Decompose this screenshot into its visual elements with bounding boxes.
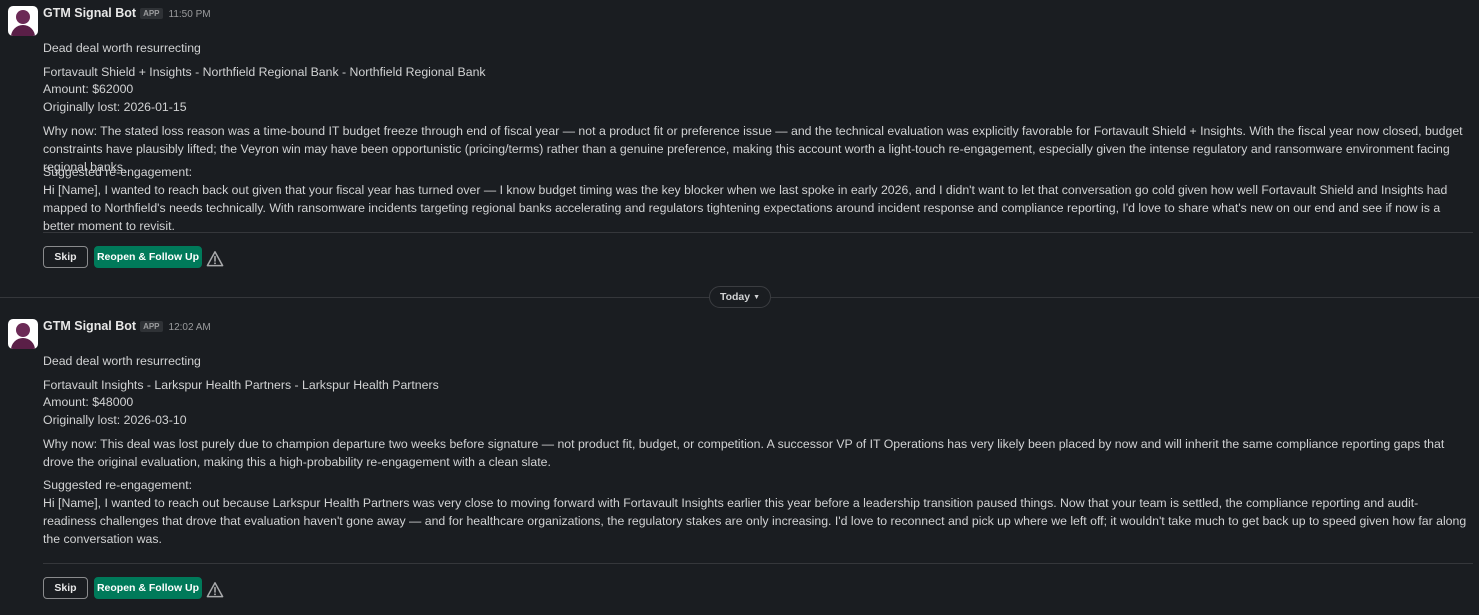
lost-date: Originally lost: 2026-03-10 [43, 413, 187, 427]
suggested-label: Suggested re-engagement: [43, 165, 193, 179]
timestamp[interactable]: 12:02 AM [169, 322, 211, 333]
suggested-text: Hi [Name], I wanted to reach back out gi… [43, 183, 1448, 233]
sender-name[interactable]: GTM Signal Bot [43, 319, 136, 333]
message-header: GTM Signal Bot APP 11:50 PM [43, 6, 211, 20]
message-headline: Dead deal worth resurrecting [43, 41, 201, 55]
date-divider-label: Today [719, 291, 751, 303]
section-divider [43, 563, 1473, 564]
suggested-label: Suggested re-engagement: [43, 478, 193, 492]
suggested-text: Hi [Name], I wanted to reach out because… [43, 496, 1467, 546]
bot-avatar[interactable] [8, 6, 38, 36]
deal-amount: Amount: $62000 [43, 82, 134, 96]
date-divider-today[interactable]: Today ▼ [709, 286, 771, 308]
reopen-follow-up-button[interactable]: Reopen & Follow Up [94, 246, 202, 268]
chevron-down-icon: ▼ [753, 294, 761, 301]
deal-name: Fortavault Insights - Larkspur Health Pa… [43, 378, 439, 392]
timestamp[interactable]: 11:50 PM [169, 9, 211, 20]
warning-triangle-icon[interactable] [206, 581, 224, 599]
message-headline: Dead deal worth resurrecting [43, 354, 201, 368]
reopen-follow-up-button[interactable]: Reopen & Follow Up [94, 577, 202, 599]
deal-name: Fortavault Shield + Insights - Northfiel… [43, 65, 486, 79]
section-divider [43, 232, 1473, 233]
message-header: GTM Signal Bot APP 12:02 AM [43, 319, 211, 333]
lost-date: Originally lost: 2026-01-15 [43, 100, 187, 114]
app-badge: APP [140, 321, 163, 332]
skip-button[interactable]: Skip [43, 246, 88, 268]
sender-name[interactable]: GTM Signal Bot [43, 6, 136, 20]
deal-amount: Amount: $48000 [43, 395, 134, 409]
skip-button[interactable]: Skip [43, 577, 88, 599]
why-now-text: Why now: This deal was lost purely due t… [43, 437, 1445, 469]
bot-avatar[interactable] [8, 319, 38, 349]
app-badge: APP [140, 8, 163, 19]
warning-triangle-icon[interactable] [206, 250, 224, 268]
